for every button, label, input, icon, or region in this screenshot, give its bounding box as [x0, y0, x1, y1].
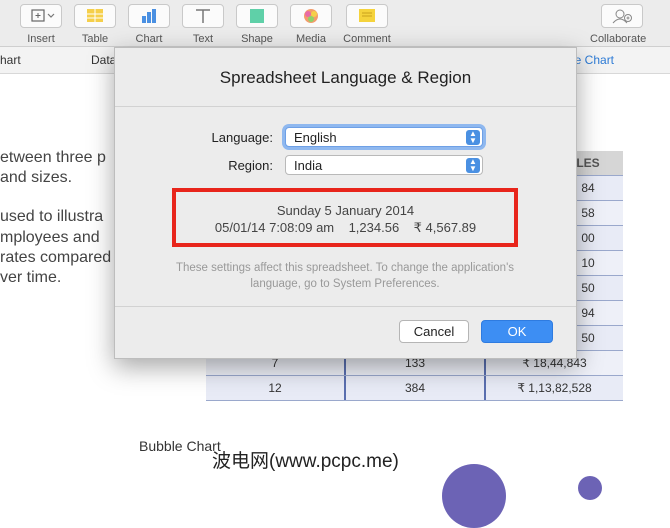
text-button[interactable]: Text — [179, 4, 227, 46]
collaborate-label: Collaborate — [590, 33, 647, 45]
region-select[interactable]: India ▲ ▼ — [285, 155, 483, 175]
table-button[interactable]: Table — [71, 4, 119, 46]
chart-label: Chart — [135, 33, 163, 45]
note-line: These settings affect this spreadsheet. … — [175, 262, 515, 274]
note-line: language, go to System Preferences. — [250, 278, 440, 290]
table-cell: ₹ 1,13,82,528 — [517, 381, 592, 395]
media-icon — [290, 4, 332, 28]
toolbar: Insert Table Chart Text Shape Media Comm… — [0, 0, 670, 47]
shape-label: Shape — [241, 33, 273, 45]
doc-text-line: used to illustra — [0, 208, 104, 225]
insert-label: Insert — [27, 33, 55, 45]
doc-text-line: mployees and — [0, 229, 100, 246]
tab-chart-sheet[interactable]: hart — [0, 53, 21, 67]
collaborate-icon — [601, 4, 643, 28]
table-cell: 12 — [206, 376, 346, 400]
divider — [115, 106, 576, 107]
shape-icon — [236, 4, 278, 28]
insert-icon — [20, 4, 62, 28]
cancel-button[interactable]: Cancel — [399, 320, 469, 343]
language-value: English — [294, 130, 337, 145]
media-label: Media — [296, 33, 326, 45]
doc-text-line: rates compared — [0, 249, 112, 266]
insert-button[interactable]: Insert — [17, 4, 65, 46]
settings-note: These settings affect this spreadsheet. … — [145, 260, 545, 292]
ok-button[interactable]: OK — [481, 320, 553, 343]
table-label: Table — [81, 33, 109, 45]
language-region-dialog: Spreadsheet Language & Region Language: … — [114, 47, 577, 359]
text-icon — [182, 4, 224, 28]
media-button[interactable]: Media — [287, 4, 335, 46]
doc-text-line: etween three p — [0, 149, 106, 166]
watermark: 波电网(www.pcpc.me) — [212, 451, 399, 472]
tab-bubble-chart[interactable]: le Chart — [572, 53, 614, 67]
table-icon — [74, 4, 116, 28]
comment-button[interactable]: Comment — [343, 4, 391, 46]
region-value: India — [294, 158, 323, 173]
text-label: Text — [192, 33, 214, 45]
doc-text-line: ver time. — [0, 269, 62, 286]
language-label: Language: — [211, 130, 273, 145]
doc-text-line: and sizes. — [0, 169, 73, 186]
dialog-title: Spreadsheet Language & Region — [219, 68, 472, 87]
chart-button[interactable]: Chart — [125, 4, 173, 46]
region-label: Region: — [228, 158, 273, 173]
bubble — [442, 464, 506, 528]
select-stepper-icon: ▲ ▼ — [466, 130, 480, 145]
table-row: 12 384 ₹ 1,13,82,528 — [206, 376, 623, 401]
bubble-chart-title: Bubble Chart — [139, 438, 221, 454]
table-cell: 384 — [346, 376, 486, 400]
shape-button[interactable]: Shape — [233, 4, 281, 46]
select-stepper-icon: ▲ ▼ — [466, 158, 480, 173]
collaborate-button[interactable]: Collaborate — [590, 4, 646, 46]
divider — [115, 306, 576, 307]
highlight-box — [172, 188, 518, 247]
comment-icon — [346, 4, 388, 28]
chart-icon — [128, 4, 170, 28]
tab-data[interactable]: Data — [91, 53, 116, 67]
comment-label: Comment — [343, 33, 391, 45]
language-select[interactable]: English ▲ ▼ — [285, 127, 483, 147]
